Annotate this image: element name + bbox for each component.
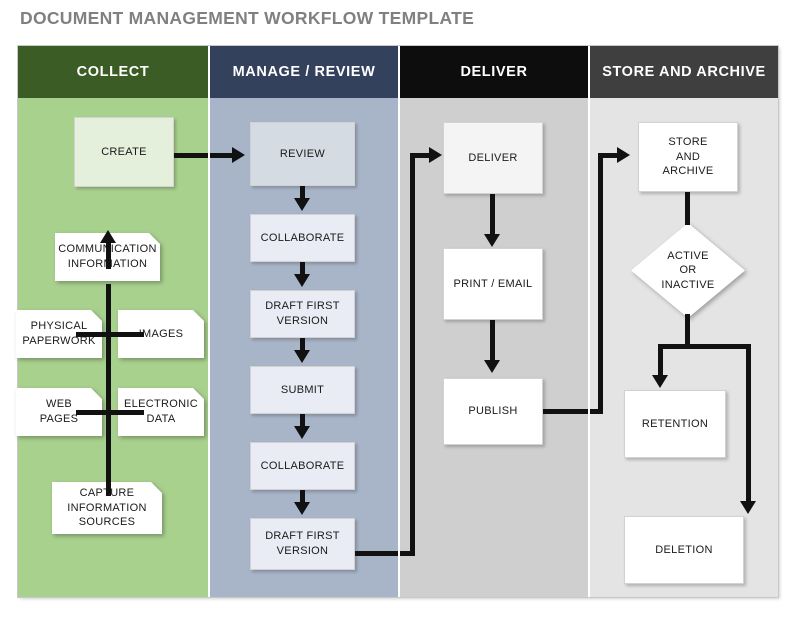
arrow-review-to-collaborate1 <box>294 198 310 211</box>
node-print-email[interactable]: PRINT / EMAIL <box>443 248 543 320</box>
arrow-draft1-to-submit <box>294 350 310 363</box>
connector-comminfo-to-create <box>106 241 111 269</box>
lane-header-manage-review: MANAGE / REVIEW <box>210 46 398 98</box>
connector-decision-to-deletion <box>746 344 751 502</box>
node-review-label: REVIEW <box>279 147 326 160</box>
node-retention-label: RETENTION <box>641 417 709 430</box>
connector-create-to-review <box>174 153 234 158</box>
node-draft-first-version-1-label: DRAFT FIRST VERSION <box>265 300 340 327</box>
node-review[interactable]: REVIEW <box>250 122 355 186</box>
node-images-label: IMAGES <box>138 327 184 340</box>
workflow-diagram: COLLECT MANAGE / REVIEW DELIVER STORE AN… <box>18 46 778 597</box>
node-active-or-inactive[interactable]: ACTIVE OR INACTIVE <box>631 223 745 318</box>
arrow-draft2-to-deliver <box>429 147 442 163</box>
node-deliver[interactable]: DELIVER <box>443 122 543 194</box>
node-collaborate-1-label: COLLABORATE <box>260 231 345 244</box>
connector-decision-stem <box>685 314 690 346</box>
connector-row1-crossbar <box>76 332 144 337</box>
connector-store-to-decision <box>685 192 690 225</box>
connector-draft2-to-deliver-seg1 <box>355 551 415 556</box>
node-collaborate-2[interactable]: COLLABORATE <box>250 442 355 490</box>
arrow-collaborate2-to-draft2 <box>294 502 310 515</box>
node-store-and-archive-label: STORE AND ARCHIVE <box>662 136 714 178</box>
page-title: DOCUMENT MANAGEMENT WORKFLOW TEMPLATE <box>20 8 475 28</box>
node-create[interactable]: CREATE <box>74 117 174 187</box>
connector-row2-crossbar <box>76 410 144 415</box>
node-deliver-label: DELIVER <box>468 151 518 164</box>
connector-draft2-to-deliver-seg2 <box>410 153 415 556</box>
lane-header-deliver-label: DELIVER <box>460 64 528 80</box>
node-retention[interactable]: RETENTION <box>624 390 726 458</box>
node-web-pages-label: WEB PAGES <box>39 398 79 425</box>
lane-separator-3 <box>588 46 590 597</box>
node-publish-label: PUBLISH <box>468 405 518 418</box>
node-deletion[interactable]: DELETION <box>624 516 744 584</box>
lane-header-collect-label: COLLECT <box>76 64 150 80</box>
lane-header-manage-review-label: MANAGE / REVIEW <box>232 64 376 80</box>
node-draft-first-version-2-label: DRAFT FIRST VERSION <box>265 530 340 557</box>
lane-header-deliver: DELIVER <box>400 46 588 98</box>
node-deletion-label: DELETION <box>655 543 713 556</box>
node-active-or-inactive-label: ACTIVE OR INACTIVE <box>661 249 715 291</box>
node-submit-label: SUBMIT <box>280 383 325 396</box>
arrow-submit-to-collaborate2 <box>294 426 310 439</box>
lane-header-store-and-archive-label: STORE AND ARCHIVE <box>602 64 766 80</box>
connector-print-email-to-publish <box>490 320 495 361</box>
lane-separator-1 <box>208 46 210 597</box>
connector-publish-to-store-seg2 <box>598 153 603 414</box>
node-collaborate-2-label: COLLABORATE <box>260 459 345 472</box>
arrow-comminfo-to-create <box>100 230 116 243</box>
node-publish[interactable]: PUBLISH <box>443 378 543 445</box>
node-draft-first-version-1[interactable]: DRAFT FIRST VERSION <box>250 290 355 338</box>
arrow-print-email-to-publish <box>484 360 500 373</box>
node-submit[interactable]: SUBMIT <box>250 366 355 414</box>
arrow-collaborate1-to-draft1 <box>294 274 310 287</box>
lane-header-store-and-archive: STORE AND ARCHIVE <box>590 46 778 98</box>
node-draft-first-version-2[interactable]: DRAFT FIRST VERSION <box>250 518 355 570</box>
connector-decision-branch-bar <box>658 344 751 349</box>
connector-deliver-to-print-email <box>490 194 495 235</box>
arrow-create-to-review <box>232 147 245 163</box>
arrow-decision-to-deletion <box>740 501 756 514</box>
node-store-and-archive[interactable]: STORE AND ARCHIVE <box>638 122 738 192</box>
node-collaborate-1[interactable]: COLLABORATE <box>250 214 355 262</box>
arrow-decision-to-retention <box>652 375 668 388</box>
connector-decision-to-retention <box>658 344 663 376</box>
node-print-email-label: PRINT / EMAIL <box>453 277 533 290</box>
lane-header-collect: COLLECT <box>18 46 208 98</box>
arrow-deliver-to-print-email <box>484 234 500 247</box>
connector-publish-to-store-seg1 <box>543 409 603 414</box>
node-create-label: CREATE <box>101 145 147 158</box>
arrow-publish-to-store <box>617 147 630 163</box>
connector-capture-spine <box>106 284 111 496</box>
lane-separator-2 <box>398 46 400 597</box>
